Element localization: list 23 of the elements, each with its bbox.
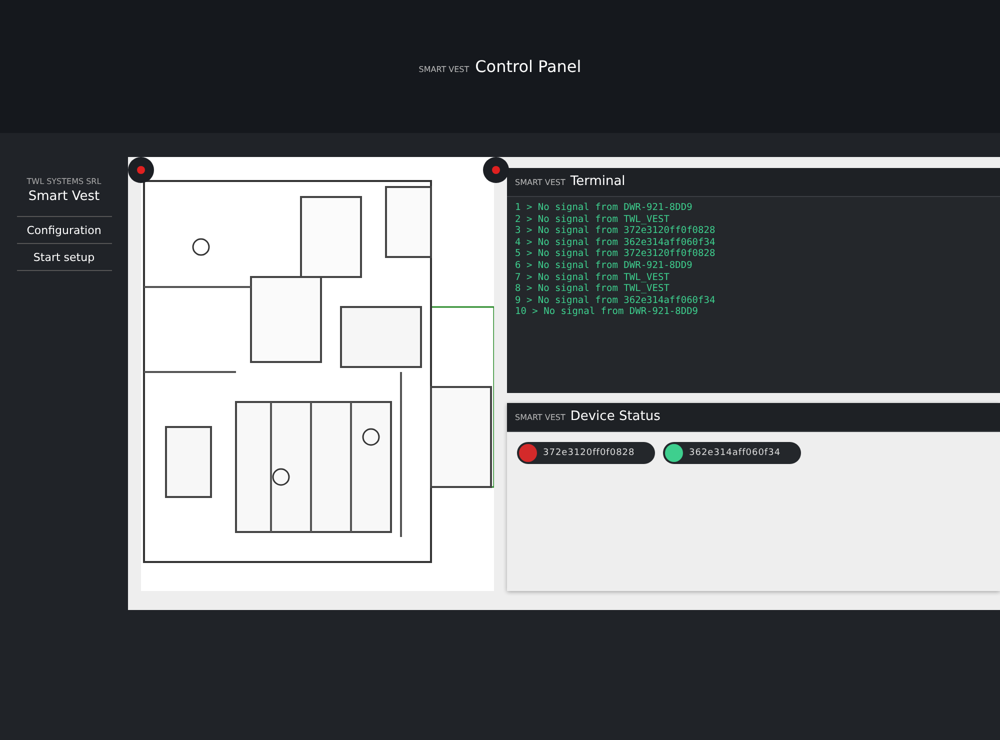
card-title: Device Status [570,408,660,426]
nav-link[interactable]: Start setup [16,244,112,271]
terminal-line: 10 > No signal from DWR-921-8DD9 [515,306,700,318]
terminal-line: 8 > No signal from TWL_VEST [515,283,670,295]
brand-label: SMART VEST [515,177,566,189]
product-name: Smart Vest [28,189,100,204]
terminal-line: 7 > No signal from TWL_VEST [515,272,670,284]
terminal-line: 4 > No signal from 362e314aff060f34 [515,236,716,248]
nav-link[interactable]: Configuration [16,217,112,244]
terminal-line: 9 > No signal from 362e314aff060f34 [515,294,716,306]
page-title: Control Panel [475,57,582,76]
brand-label: SMART VEST [418,65,470,74]
terminal-line: 2 > No signal from TWL_VEST [515,214,670,226]
terminal-line: 3 > No signal from 372e3120ff0f0828 [515,225,716,237]
map-pin-icon[interactable] [128,157,154,183]
terminal-line: 1 > No signal from DWR-921-8DD9 [515,202,694,214]
device-id: 372e3120ff0f0828 [543,448,635,458]
brand-label: SMART VEST [515,412,566,424]
terminal-line: 6 > No signal from DWR-921-8DD9 [515,260,694,272]
terminal-line: 5 > No signal from 372e3120ff0f0828 [515,248,716,260]
device-id: 362e314aff060f34 [689,448,781,458]
company-name: TWL SYSTEMS SRL [26,177,102,186]
card-title: Terminal [570,173,626,191]
